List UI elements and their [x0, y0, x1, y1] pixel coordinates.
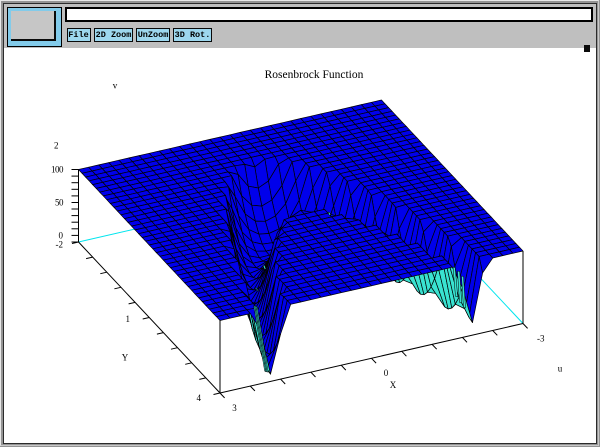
svg-text:v: v [113, 81, 118, 91]
svg-text:0: 0 [384, 368, 389, 378]
svg-text:100: 100 [51, 164, 64, 174]
svg-text:4: 4 [197, 393, 202, 403]
svg-text:1: 1 [126, 314, 131, 324]
svg-text:2: 2 [54, 141, 59, 151]
svg-text:-2: -2 [56, 239, 64, 249]
svg-text:u: u [558, 364, 563, 374]
svg-text:Y: Y [122, 353, 129, 363]
svg-text:X: X [390, 380, 397, 390]
svg-text:-3: -3 [537, 334, 545, 344]
svg-text:50: 50 [55, 198, 64, 208]
svg-text:Rosenbrock Function: Rosenbrock Function [265, 69, 364, 81]
svg-text:3: 3 [232, 403, 237, 413]
